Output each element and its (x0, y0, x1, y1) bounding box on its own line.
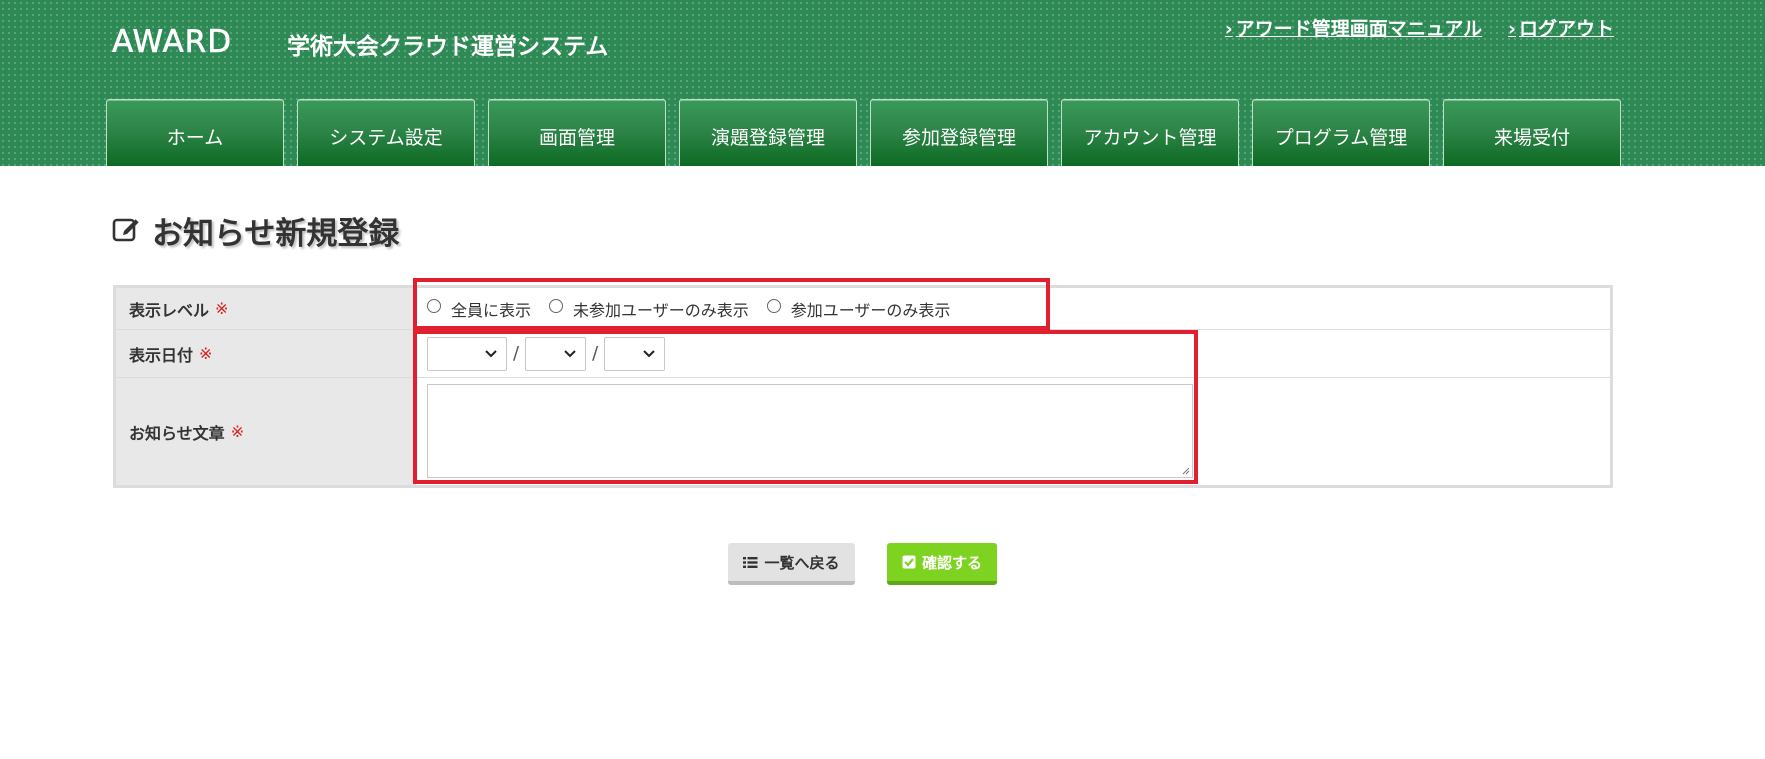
radio-show-non-participants[interactable]: 未参加ユーザーのみ表示 (549, 297, 749, 321)
month-select[interactable] (525, 336, 587, 371)
button-area: 一覧へ戻る 確認する (728, 543, 997, 585)
date-separator: / (513, 343, 520, 364)
tab-system-settings[interactable]: システム設定 (297, 99, 475, 166)
date-label-text: 表示日付 (129, 345, 194, 365)
form-row-level: 表示レベル ※ 全員に表示 未参加ユーザーのみ表示 参加ユーザーのみ表示 (116, 288, 1610, 330)
tab-home[interactable]: ホーム (106, 99, 284, 166)
radio-show-non-participants-label: 未参加ユーザーのみ表示 (573, 300, 749, 320)
date-separator: / (592, 343, 599, 364)
back-to-list-button[interactable]: 一覧へ戻る (728, 543, 855, 585)
award-logo[interactable]: AWARD (112, 24, 233, 61)
required-mark: ※ (230, 422, 245, 441)
required-mark: ※ (199, 344, 213, 363)
top-links: › アワード管理画面マニュアル › ログアウト (1225, 14, 1614, 41)
form-row-text: お知らせ文章 ※ (116, 378, 1610, 485)
notice-text-input[interactable] (427, 384, 1193, 478)
tab-reception[interactable]: 来場受付 (1443, 99, 1621, 166)
radio-show-participants[interactable]: 参加ユーザーのみ表示 (766, 297, 951, 321)
text-label: お知らせ文章 ※ (116, 378, 416, 485)
edit-icon (112, 215, 142, 247)
radio-show-participants-label: 参加ユーザーのみ表示 (790, 300, 951, 320)
logout-link[interactable]: › ログアウト (1508, 14, 1614, 41)
chevron-down-icon (485, 349, 497, 357)
text-area-cell (416, 378, 1610, 485)
level-options: 全員に表示 未参加ユーザーのみ表示 参加ユーザーのみ表示 (416, 288, 1610, 329)
notice-form: 表示レベル ※ 全員に表示 未参加ユーザーのみ表示 参加ユーザーのみ表示 表示日… (113, 285, 1613, 488)
tab-account-management[interactable]: アカウント管理 (1061, 99, 1239, 166)
tab-program-management[interactable]: プログラム管理 (1252, 99, 1430, 166)
day-select[interactable] (604, 336, 666, 371)
tab-abstract-management[interactable]: 演題登録管理 (679, 99, 857, 166)
check-square-icon (902, 555, 916, 569)
resize-handle-icon[interactable] (1180, 465, 1190, 475)
date-selects: / / (416, 330, 1610, 377)
manual-link-label: アワード管理画面マニュアル (1235, 18, 1483, 40)
page-title-text: お知らせ新規登録 (152, 216, 400, 252)
radio-circle[interactable] (427, 298, 441, 313)
header: AWARD 学術大会クラウド運営システム › アワード管理画面マニュアル › ログア… (0, 0, 1765, 166)
radio-circle[interactable] (549, 298, 564, 313)
chevron-down-icon (643, 349, 655, 357)
logo-text: AWARD (112, 24, 233, 61)
required-mark: ※ (215, 299, 229, 318)
confirm-button[interactable]: 確認する (887, 543, 997, 585)
list-icon (743, 556, 758, 569)
tab-screen-management[interactable]: 画面管理 (488, 99, 666, 166)
confirm-label: 確認する (921, 553, 982, 572)
year-select[interactable] (427, 336, 507, 371)
logout-link-label: ログアウト (1518, 18, 1614, 40)
level-label: 表示レベル ※ (116, 288, 416, 329)
chevron-down-icon (564, 349, 576, 357)
radio-show-all[interactable]: 全員に表示 (427, 297, 531, 321)
radio-circle[interactable] (766, 298, 781, 313)
date-label: 表示日付 ※ (116, 330, 416, 377)
manual-link[interactable]: › アワード管理画面マニュアル (1225, 14, 1482, 41)
page-title: お知らせ新規登録 (112, 208, 399, 253)
main-nav: ホーム システム設定 画面管理 演題登録管理 参加登録管理 アカウント管理 プロ… (106, 99, 1621, 166)
back-to-list-label: 一覧へ戻る (764, 553, 840, 572)
radio-show-all-label: 全員に表示 (451, 300, 532, 320)
level-label-text: 表示レベル (129, 300, 210, 320)
form-row-date: 表示日付 ※ / / (116, 330, 1610, 378)
tab-registration-management[interactable]: 参加登録管理 (870, 99, 1048, 166)
system-title: 学術大会クラウド運営システム (287, 34, 609, 60)
text-label-text: お知らせ文章 (129, 423, 225, 443)
chevron-right-icon: › (1224, 18, 1233, 40)
chevron-right-icon: › (1508, 18, 1516, 40)
